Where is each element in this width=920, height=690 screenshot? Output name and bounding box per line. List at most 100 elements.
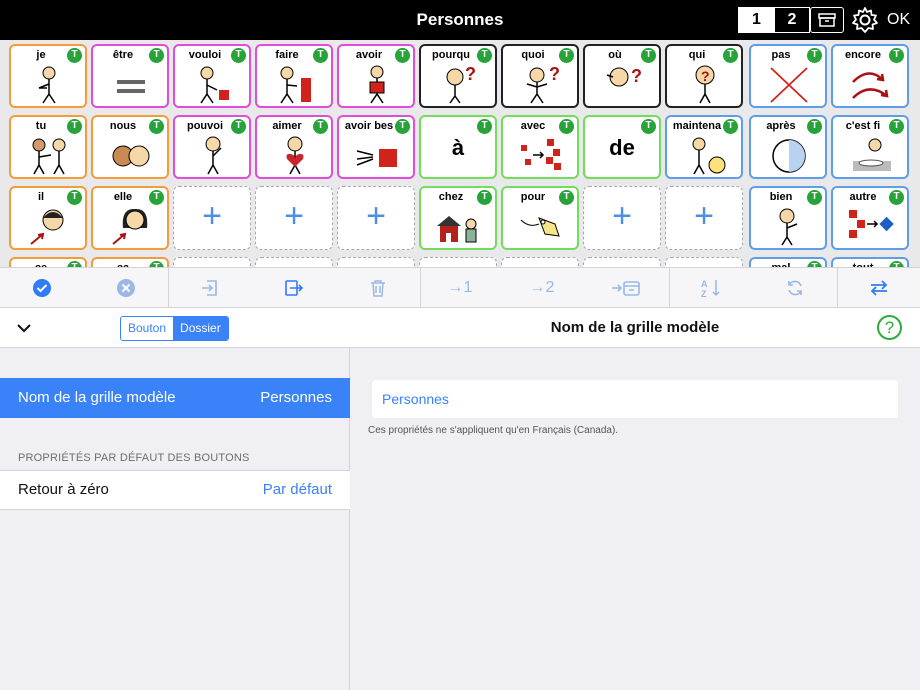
- grid-button-ou[interactable]: où T ?: [583, 44, 661, 108]
- grid-button-label: de: [609, 135, 635, 160]
- check-circle-icon[interactable]: [0, 268, 84, 308]
- page-2-button[interactable]: 2: [774, 8, 809, 32]
- grid-button-a[interactable]: T à: [419, 115, 497, 179]
- half-circle-icon: [772, 139, 806, 173]
- person-thumbs-up-icon: [779, 208, 798, 246]
- grid-button-encore[interactable]: encore T: [831, 44, 909, 108]
- reset-row[interactable]: Retour à zéro Par défaut: [0, 470, 350, 510]
- empty-cell[interactable]: [173, 257, 251, 267]
- grid-button-autre[interactable]: autre T: [831, 186, 909, 250]
- grid-button-label: être: [112, 49, 134, 61]
- person-pointing-self-icon: [38, 66, 56, 104]
- import-icon[interactable]: [168, 268, 252, 308]
- text-badge-icon: T: [888, 189, 905, 206]
- left-panel-header: Bouton Dossier: [0, 308, 350, 348]
- swap-icon[interactable]: [837, 268, 920, 308]
- move-to-box-icon[interactable]: [584, 268, 668, 308]
- text-badge-icon: T: [230, 118, 247, 135]
- grid-button-label: avoir bes: [344, 120, 394, 132]
- grid-button-label: bien: [769, 191, 793, 203]
- question-person-icon: ?: [695, 65, 715, 104]
- template-name-input[interactable]: [372, 380, 898, 418]
- grid-button-avoir-besoin[interactable]: avoir bes T: [337, 115, 415, 179]
- svg-text:?: ?: [465, 64, 476, 84]
- empty-cell[interactable]: [583, 257, 661, 267]
- empty-cell[interactable]: +: [255, 186, 333, 250]
- copy-icon[interactable]: [252, 268, 336, 308]
- text-badge-icon: T: [66, 47, 83, 64]
- grid-button-label: encore: [844, 49, 882, 61]
- text-badge-icon: T: [394, 118, 411, 135]
- empty-cell[interactable]: [255, 257, 333, 267]
- grid-button-ce[interactable]: ce T: [9, 257, 87, 267]
- empty-cell[interactable]: +: [173, 186, 251, 250]
- equals-icon: [117, 80, 145, 93]
- grid-button-label: à: [451, 135, 465, 160]
- template-name-row[interactable]: Nom de la grille modèle Personnes: [0, 378, 350, 418]
- storage-box-icon[interactable]: [810, 7, 844, 33]
- grid-button-aimer[interactable]: aimer T: [255, 115, 333, 179]
- section-header: PROPRIÉTÉS PAR DÉFAUT DES BOUTONS: [18, 452, 250, 464]
- grid-button-elle[interactable]: elle T: [91, 186, 169, 250]
- grid-button-label: avoir: [355, 49, 383, 61]
- toggle-button-option[interactable]: Bouton: [121, 317, 174, 340]
- grid-button-maintenant[interactable]: maintena T: [665, 115, 743, 179]
- page-1-button[interactable]: 1: [739, 8, 774, 32]
- grid-button-qui[interactable]: qui T ?: [665, 44, 743, 108]
- grid-button-je[interactable]: je T: [9, 44, 87, 108]
- empty-cell[interactable]: [501, 257, 579, 267]
- grid-button-quoi[interactable]: quoi T ?: [501, 44, 579, 108]
- grid-button-bien[interactable]: bien T: [749, 186, 827, 250]
- grid-button-cest-fini[interactable]: c'est fi T: [831, 115, 909, 179]
- grid-button-label: elle: [113, 191, 133, 203]
- text-badge-icon: T: [558, 47, 575, 64]
- empty-cell[interactable]: [337, 257, 415, 267]
- text-badge-icon: T: [806, 189, 823, 206]
- svg-text:?: ?: [631, 66, 642, 86]
- grid-button-il[interactable]: il T: [9, 186, 87, 250]
- move-to-2-icon[interactable]: →2: [500, 268, 584, 308]
- grid-button-faire[interactable]: faire T: [255, 44, 333, 108]
- grid-button-tout[interactable]: tout T: [831, 257, 909, 267]
- grid-button-pourquoi[interactable]: pourqu T ?: [419, 44, 497, 108]
- gear-icon[interactable]: [851, 6, 879, 34]
- property-detail-panel: Nom de la grille modèle ? Ces propriétés…: [350, 308, 920, 690]
- grid-button-vouloir[interactable]: vouloi T: [173, 44, 251, 108]
- top-bar: Personnes 1 2 OK: [0, 0, 920, 40]
- refresh-icon[interactable]: [753, 268, 837, 308]
- grid-button-chez[interactable]: chez T: [419, 186, 497, 250]
- toggle-folder-option[interactable]: Dossier: [173, 317, 228, 340]
- right-panel-header: Nom de la grille modèle ?: [350, 308, 920, 348]
- x-circle-icon[interactable]: [84, 268, 168, 308]
- other-shapes-icon: [849, 210, 894, 238]
- help-icon[interactable]: ?: [877, 315, 902, 340]
- grid-button-tu[interactable]: tu T: [9, 115, 87, 179]
- grid-button-de[interactable]: T de: [583, 115, 661, 179]
- gift-tag-icon: [520, 217, 560, 237]
- empty-cell[interactable]: [665, 257, 743, 267]
- grid-button-pour[interactable]: pour T: [501, 186, 579, 250]
- grid-button-label: c'est fi: [845, 120, 881, 132]
- grid-button-label: faire: [275, 49, 299, 61]
- trash-icon[interactable]: [336, 268, 420, 308]
- text-badge-icon: T: [640, 47, 657, 64]
- sort-az-icon[interactable]: AZ: [669, 268, 753, 308]
- empty-cell[interactable]: +: [583, 186, 661, 250]
- grid-button-mal[interactable]: mal T: [749, 257, 827, 267]
- grid-button-nous[interactable]: nous T: [91, 115, 169, 179]
- together-blocks-icon: [521, 139, 561, 170]
- chevron-down-icon[interactable]: [14, 318, 34, 338]
- empty-cell[interactable]: [419, 257, 497, 267]
- grid-button-avoir[interactable]: avoir T: [337, 44, 415, 108]
- grid-button-ca[interactable]: ca T: [91, 257, 169, 267]
- grid-button-pouvoir[interactable]: pouvoi T: [173, 115, 251, 179]
- empty-cell[interactable]: +: [337, 186, 415, 250]
- move-to-1-icon[interactable]: →1: [420, 268, 500, 308]
- grid-button-avec[interactable]: avec T: [501, 115, 579, 179]
- grid-button-etre[interactable]: être T: [91, 44, 169, 108]
- ok-button[interactable]: OK: [887, 0, 910, 40]
- empty-cell[interactable]: +: [665, 186, 743, 250]
- grid-button-apres[interactable]: après T: [749, 115, 827, 179]
- grid-button-pas[interactable]: pas T: [749, 44, 827, 108]
- person-doing-icon: [280, 66, 311, 104]
